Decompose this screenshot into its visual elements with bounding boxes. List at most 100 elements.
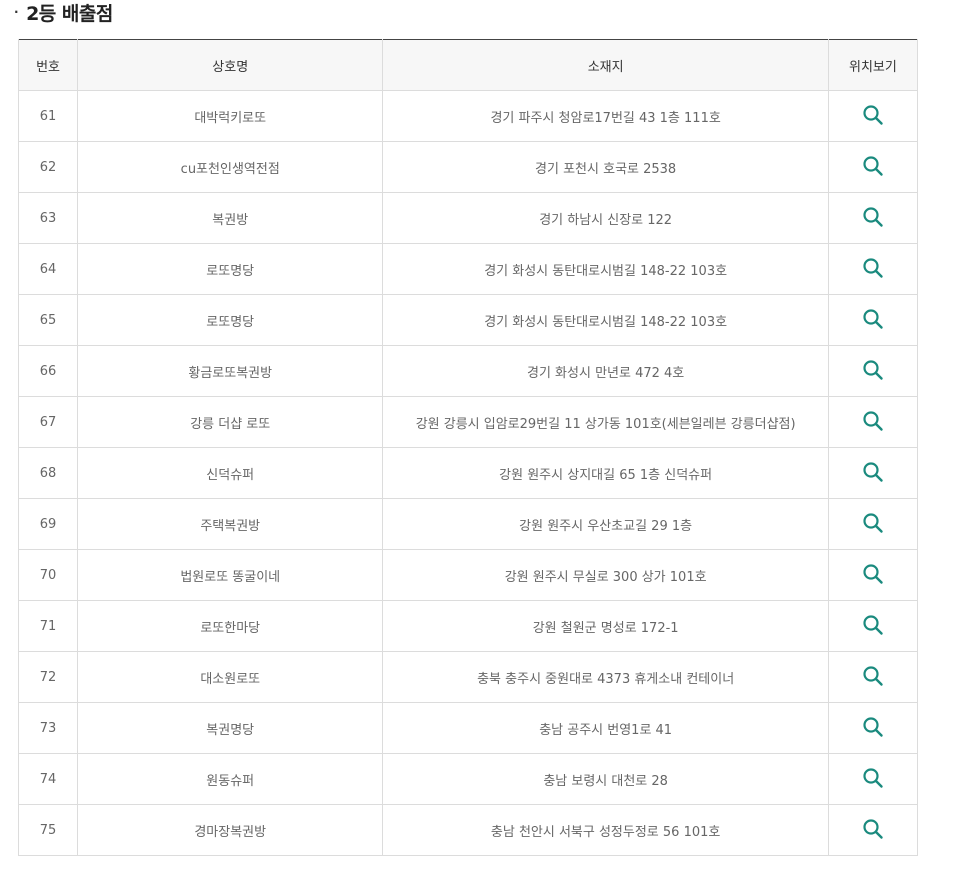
map-cell	[827, 702, 919, 754]
map-cell	[827, 243, 919, 295]
search-icon	[863, 155, 883, 176]
section-title: · 2등 배출점	[14, 0, 113, 25]
store-name: 로또명당	[77, 294, 384, 346]
search-icon	[863, 665, 883, 686]
store-address: 강원 철원군 명성로 172-1	[382, 600, 829, 652]
search-icon	[863, 563, 883, 584]
map-cell	[827, 90, 919, 142]
section-title-text: 2등 배출점	[26, 2, 113, 25]
row-number: 69	[17, 498, 79, 550]
view-location-button[interactable]	[861, 154, 885, 178]
view-location-button[interactable]	[861, 511, 885, 535]
map-cell	[827, 549, 919, 601]
view-location-button[interactable]	[861, 256, 885, 280]
store-table: 번호 상호명 소재지 위치보기 61 대박럭키로또 경기 파주시 청암로17번길 4…	[17, 39, 919, 856]
row-number: 72	[17, 651, 79, 703]
table-row: 75 경마장복권방 충남 천안시 서북구 성정두정로 56 101호	[17, 804, 919, 856]
table-row: 62 cu포천인생역전점 경기 포천시 호국로 2538	[17, 141, 919, 193]
table-row: 71 로또한마당 강원 철원군 명성로 172-1	[17, 600, 919, 652]
map-cell	[827, 141, 919, 193]
table-row: 74 원동슈퍼 충남 보령시 대천로 28	[17, 753, 919, 805]
table-header-row: 번호 상호명 소재지 위치보기	[17, 39, 919, 91]
store-address: 경기 화성시 동탄대로시범길 148-22 103호	[382, 294, 829, 346]
map-cell	[827, 192, 919, 244]
search-icon	[863, 512, 883, 533]
view-location-button[interactable]	[861, 817, 885, 841]
view-location-button[interactable]	[861, 103, 885, 127]
store-address: 충남 천안시 서북구 성정두정로 56 101호	[382, 804, 829, 856]
search-icon	[863, 716, 883, 737]
view-location-button[interactable]	[861, 460, 885, 484]
store-address: 경기 하남시 신장로 122	[382, 192, 829, 244]
row-number: 64	[17, 243, 79, 295]
row-number: 73	[17, 702, 79, 754]
store-name: 황금로또복권방	[77, 345, 384, 397]
view-location-button[interactable]	[861, 613, 885, 637]
search-icon	[863, 257, 883, 278]
store-name: 강릉 더샵 로또	[77, 396, 384, 448]
store-address: 충북 충주시 중원대로 4373 휴게소내 컨테이너	[382, 651, 829, 703]
store-name: 주택복권방	[77, 498, 384, 550]
map-cell	[827, 447, 919, 499]
store-name: 로또명당	[77, 243, 384, 295]
search-icon	[863, 206, 883, 227]
column-header-address: 소재지	[382, 39, 829, 91]
table-row: 66 황금로또복권방 경기 화성시 만년로 472 4호	[17, 345, 919, 397]
row-number: 63	[17, 192, 79, 244]
column-header-map: 위치보기	[827, 39, 919, 91]
search-icon	[863, 614, 883, 635]
store-address: 경기 화성시 만년로 472 4호	[382, 345, 829, 397]
store-name: 법원로또 똥굴이네	[77, 549, 384, 601]
row-number: 70	[17, 549, 79, 601]
store-name: 대소원로또	[77, 651, 384, 703]
map-cell	[827, 804, 919, 856]
map-cell	[827, 600, 919, 652]
table-row: 67 강릉 더샵 로또 강원 강릉시 입암로29번길 11 상가동 101호(세븐일…	[17, 396, 919, 448]
view-location-button[interactable]	[861, 358, 885, 382]
search-icon	[863, 461, 883, 482]
map-cell	[827, 753, 919, 805]
search-icon	[863, 410, 883, 431]
table-row: 64 로또명당 경기 화성시 동탄대로시범길 148-22 103호	[17, 243, 919, 295]
store-address: 경기 포천시 호국로 2538	[382, 141, 829, 193]
view-location-button[interactable]	[861, 205, 885, 229]
view-location-button[interactable]	[861, 409, 885, 433]
view-location-button[interactable]	[861, 562, 885, 586]
search-icon	[863, 818, 883, 839]
store-name: 신덕슈퍼	[77, 447, 384, 499]
row-number: 68	[17, 447, 79, 499]
store-name: 로또한마당	[77, 600, 384, 652]
view-location-button[interactable]	[861, 715, 885, 739]
view-location-button[interactable]	[861, 766, 885, 790]
table-row: 69 주택복권방 강원 원주시 우산초교길 29 1층	[17, 498, 919, 550]
row-number: 66	[17, 345, 79, 397]
map-cell	[827, 294, 919, 346]
column-header-name: 상호명	[77, 39, 384, 91]
row-number: 67	[17, 396, 79, 448]
table-row: 70 법원로또 똥굴이네 강원 원주시 무실로 300 상가 101호	[17, 549, 919, 601]
column-header-no: 번호	[17, 39, 79, 91]
table-row: 73 복권명당 충남 공주시 번영1로 41	[17, 702, 919, 754]
search-icon	[863, 308, 883, 329]
table-row: 63 복권방 경기 하남시 신장로 122	[17, 192, 919, 244]
table-row: 72 대소원로또 충북 충주시 중원대로 4373 휴게소내 컨테이너	[17, 651, 919, 703]
store-address: 강원 강릉시 입암로29번길 11 상가동 101호(세븐일레븐 강릉더샵점)	[382, 396, 829, 448]
row-number: 61	[17, 90, 79, 142]
store-name: 원동슈퍼	[77, 753, 384, 805]
view-location-button[interactable]	[861, 664, 885, 688]
table-row: 65 로또명당 경기 화성시 동탄대로시범길 148-22 103호	[17, 294, 919, 346]
store-address: 경기 파주시 청암로17번길 43 1층 111호	[382, 90, 829, 142]
map-cell	[827, 498, 919, 550]
row-number: 71	[17, 600, 79, 652]
row-number: 74	[17, 753, 79, 805]
store-name: 경마장복권방	[77, 804, 384, 856]
store-name: cu포천인생역전점	[77, 141, 384, 193]
store-name: 복권명당	[77, 702, 384, 754]
row-number: 65	[17, 294, 79, 346]
table-header: 번호 상호명 소재지 위치보기	[17, 39, 919, 91]
title-bullet: ·	[14, 5, 19, 19]
store-address: 충남 공주시 번영1로 41	[382, 702, 829, 754]
row-number: 62	[17, 141, 79, 193]
view-location-button[interactable]	[861, 307, 885, 331]
map-cell	[827, 345, 919, 397]
